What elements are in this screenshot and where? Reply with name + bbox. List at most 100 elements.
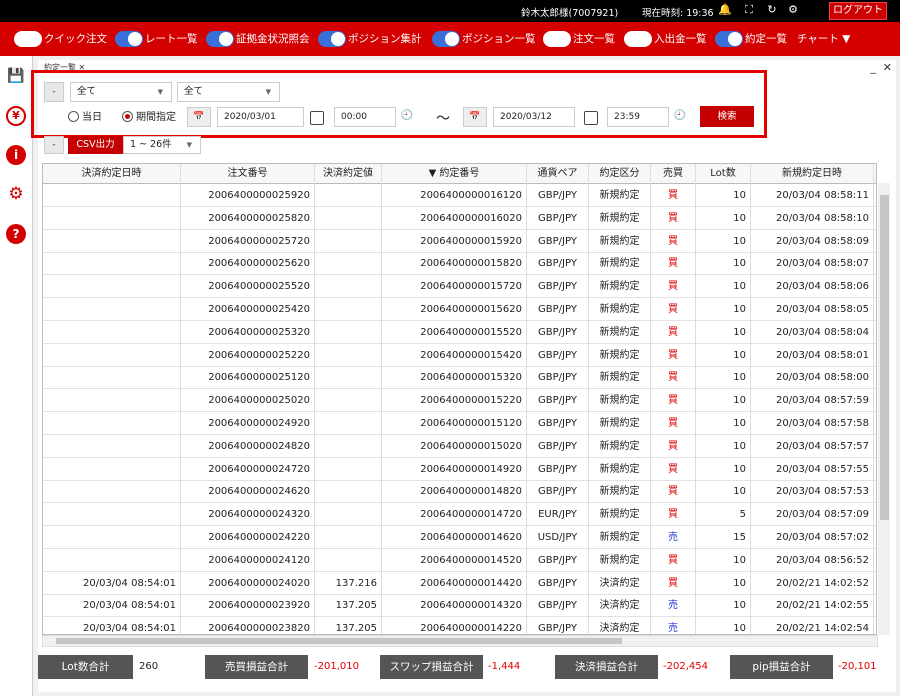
- clock-icon[interactable]: 🕘: [396, 107, 418, 127]
- table-row[interactable]: 2006400000025520 2006400000015720 GBP/JPY 新…: [43, 275, 876, 299]
- toggle-switch[interactable]: [715, 31, 743, 47]
- col-open-time[interactable]: 新規約定日時: [751, 164, 874, 184]
- table-row[interactable]: 2006400000025120 2006400000015320 GBP/JPY 新…: [43, 366, 876, 390]
- toggle-switch[interactable]: [318, 31, 346, 47]
- filter-select-2[interactable]: 全て ▼: [177, 82, 280, 102]
- table-row[interactable]: 2006400000024220 2006400000014620 USD/JPY 新…: [43, 526, 876, 549]
- col-order-no[interactable]: 注文番号: [181, 164, 315, 184]
- table-row[interactable]: 2006400000025820 2006400000016020 GBP/JPY 新…: [43, 206, 876, 230]
- current-time: 現在時刻: 19:36: [642, 8, 714, 19]
- col-exec-no[interactable]: ▼ 約定番号: [382, 164, 527, 184]
- fullscreen-icon[interactable]: ⛶: [742, 3, 756, 17]
- toggle-switch[interactable]: [206, 31, 234, 47]
- table-row[interactable]: 2006400000025620 2006400000015820 GBP/JPY 新…: [43, 252, 876, 276]
- cell-exec-no: 2006400000015320: [382, 366, 527, 390]
- table-row[interactable]: 2006400000025220 2006400000015420 GBP/JPY 新…: [43, 343, 876, 367]
- cell-side: 売: [651, 526, 696, 549]
- chevron-down-icon: ▼: [265, 88, 271, 96]
- calendar-icon[interactable]: 📅: [463, 107, 487, 127]
- cell-settle-price: [315, 457, 382, 481]
- cell-order-no: 2006400000024820: [181, 434, 315, 458]
- table-row[interactable]: 2006400000025420 2006400000015620 GBP/JPY 新…: [43, 298, 876, 321]
- cell-new: [874, 298, 876, 321]
- cell-exec-no: 2006400000014320: [382, 594, 527, 618]
- time-to-checkbox[interactable]: [584, 111, 598, 125]
- cell-exec-no: 2006400000014820: [382, 480, 527, 504]
- date-from-input[interactable]: 2020/03/01: [217, 107, 304, 127]
- sum-trade-pl-label: 売買損益合計: [205, 655, 308, 679]
- cell-exec-no: 2006400000016020: [382, 206, 527, 230]
- gear-icon[interactable]: ⚙: [786, 3, 800, 17]
- table-row[interactable]: 2006400000024720 2006400000014920 GBP/JPY 新…: [43, 457, 876, 481]
- time-from-input[interactable]: 00:00: [334, 107, 396, 127]
- toggle-switch[interactable]: [115, 31, 143, 47]
- filter-collapse-button[interactable]: -: [44, 82, 64, 102]
- cell-exec-no: 2006400000015520: [382, 320, 527, 344]
- cell-settle-time: [43, 548, 181, 572]
- table-row[interactable]: 2006400000024320 2006400000014720 EUR/JPY 新…: [43, 503, 876, 527]
- filter-select-1[interactable]: 全て ▼: [70, 82, 172, 102]
- toggle-switch[interactable]: [543, 31, 571, 47]
- time-from-checkbox[interactable]: [310, 111, 324, 125]
- vertical-scroll-thumb[interactable]: [880, 195, 889, 520]
- time-to-input[interactable]: 23:59: [607, 107, 669, 127]
- info-icon[interactable]: i: [6, 145, 26, 165]
- table-row[interactable]: 2006400000025320 2006400000015520 GBP/JPY 新…: [43, 320, 876, 344]
- cell-side: 買: [651, 480, 696, 504]
- col-new[interactable]: 新規: [874, 164, 876, 184]
- search-button[interactable]: 検索: [700, 106, 754, 127]
- clock-icon[interactable]: 🕘: [669, 107, 691, 127]
- gear-icon[interactable]: ⚙: [6, 184, 26, 204]
- csv-export-button[interactable]: CSV出力: [68, 136, 123, 154]
- toggle-switch[interactable]: [624, 31, 652, 47]
- radio-today[interactable]: 当日: [68, 111, 102, 125]
- radio-circle[interactable]: [68, 111, 79, 122]
- calendar-icon[interactable]: 📅: [187, 107, 211, 127]
- col-exec-type[interactable]: 約定区分: [589, 164, 651, 184]
- col-pair[interactable]: 通貨ペア: [527, 164, 589, 184]
- cell-lot: 10: [696, 275, 751, 299]
- cell-exec-no: 2006400000014220: [382, 617, 527, 634]
- toggle-switch[interactable]: [14, 31, 42, 47]
- table-row[interactable]: 2006400000024120 2006400000014520 GBP/JPY 新…: [43, 548, 876, 572]
- cell-settle-price: [315, 503, 382, 527]
- col-settle-price[interactable]: 決済約定値: [315, 164, 382, 184]
- cell-side: 買: [651, 503, 696, 527]
- cell-exec-type: 新規約定: [589, 412, 651, 435]
- col-lot[interactable]: Lot数: [696, 164, 751, 184]
- cell-open-time: 20/03/04 08:58:00: [751, 366, 874, 390]
- table-row[interactable]: 2006400000025920 2006400000016120 GBP/JPY 新…: [43, 184, 876, 207]
- table-row[interactable]: 2006400000024920 2006400000015120 GBP/JPY 新…: [43, 412, 876, 435]
- toggle-switch[interactable]: [432, 31, 460, 47]
- table-row[interactable]: 20/03/04 08:54:01 2006400000023920 137.205…: [43, 594, 876, 618]
- cell-order-no: 2006400000025920: [181, 184, 315, 207]
- horizontal-scroll-thumb[interactable]: [56, 638, 622, 644]
- table-row[interactable]: 2006400000024620 2006400000014820 GBP/JPY 新…: [43, 480, 876, 504]
- cell-exec-type: 決済約定: [589, 571, 651, 595]
- cell-exec-type: 新規約定: [589, 434, 651, 458]
- col-side[interactable]: 売買: [651, 164, 696, 184]
- table-row[interactable]: 2006400000025020 2006400000015220 GBP/JPY 新…: [43, 389, 876, 413]
- table-row[interactable]: 2006400000024820 2006400000015020 GBP/JPY 新…: [43, 434, 876, 458]
- help-icon[interactable]: ?: [6, 224, 26, 244]
- sum-trade-pl-value: -201,010: [314, 661, 359, 672]
- logout-button[interactable]: ログアウト: [829, 2, 887, 20]
- yen-icon[interactable]: ¥: [6, 106, 26, 126]
- window-controls[interactable]: _ ✕: [870, 61, 892, 74]
- radio-circle[interactable]: [122, 111, 133, 122]
- cell-settle-price: [315, 184, 382, 207]
- cell-exec-no: 2006400000014520: [382, 548, 527, 572]
- table-row[interactable]: 20/03/04 08:54:01 2006400000023820 137.205…: [43, 617, 876, 634]
- cell-settle-time: [43, 412, 181, 435]
- col-settle-time[interactable]: 決済約定日時: [43, 164, 181, 184]
- date-to-input[interactable]: 2020/03/12: [493, 107, 575, 127]
- refresh-icon[interactable]: ↻: [765, 3, 779, 17]
- cell-side: 買: [651, 389, 696, 413]
- save-icon[interactable]: 💾: [6, 66, 26, 86]
- table-row[interactable]: 2006400000025720 2006400000015920 GBP/JPY 新…: [43, 229, 876, 253]
- bell-icon[interactable]: 🔔: [718, 3, 732, 17]
- page-range-select[interactable]: 1 ~ 26件 ▼: [123, 136, 201, 154]
- table-row[interactable]: 20/03/04 08:54:01 2006400000024020 137.216…: [43, 571, 876, 595]
- radio-period[interactable]: 期間指定: [122, 111, 176, 125]
- toolbar-collapse-button[interactable]: -: [44, 136, 64, 154]
